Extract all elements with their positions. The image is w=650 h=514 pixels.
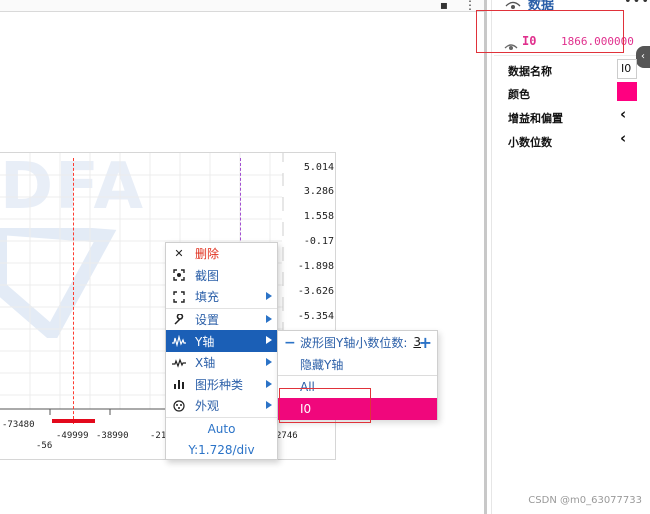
menu-item-appearance[interactable]: 外观 <box>166 395 277 417</box>
panel-divider <box>491 0 492 514</box>
fullscreen-icon <box>172 290 186 304</box>
menu-item-label: 图形种类 <box>195 377 244 392</box>
submenu-item-hide-y-axis[interactable]: 隐藏Y轴 <box>278 353 437 375</box>
menu-item-label: Y轴 <box>195 334 215 349</box>
data-name-label: 数据名称 <box>508 65 552 78</box>
menu-item-label: 设置 <box>195 313 220 328</box>
menu-item-fill[interactable]: 填充 <box>166 286 277 308</box>
menu-item-x-axis[interactable]: X轴 <box>166 352 277 374</box>
highlight-box <box>476 10 624 53</box>
highlight-box <box>279 388 371 423</box>
data-name-field[interactable]: I0 <box>617 59 637 79</box>
menu-item-y-axis[interactable]: Y轴 <box>166 330 277 352</box>
y-tick-label: -3.626 <box>282 286 334 297</box>
menu-item-delete[interactable]: ✕ 删除 <box>166 243 277 265</box>
y-tick-label: -5.354 <box>282 311 334 322</box>
x-tick-label: -49999 <box>56 431 89 441</box>
lock-icon[interactable]: ▪ <box>440 0 448 12</box>
x-tick-label: -38990 <box>96 431 129 441</box>
menu-item-label: 截图 <box>195 268 220 283</box>
minus-icon[interactable]: − <box>284 335 296 351</box>
menu-item-label: 删除 <box>195 247 220 262</box>
x-tick-label: -21 <box>150 431 167 441</box>
cursor-line-a[interactable] <box>73 158 74 424</box>
submenu-arrow-icon <box>266 357 272 366</box>
menu-item-label: X轴 <box>195 356 216 371</box>
y-tick-label: 1.558 <box>282 211 334 222</box>
y-tick-label: -0.17 <box>282 236 334 247</box>
chevron-left-icon[interactable]: ‹ <box>620 105 626 123</box>
bar-chart-icon <box>172 377 186 391</box>
color-label: 颜色 <box>508 88 530 101</box>
palette-icon <box>172 399 186 413</box>
gain-offset-label: 增益和偏置 <box>508 112 563 125</box>
screenshot-icon <box>172 268 186 282</box>
wrench-icon <box>172 313 186 327</box>
decimals-stepper: − 波形图Y轴小数位数: 3 + <box>278 331 437 353</box>
color-swatch[interactable] <box>617 82 637 101</box>
plus-icon[interactable]: + <box>419 333 432 352</box>
y-tick-label: 5.014 <box>282 162 334 173</box>
submenu-arrow-icon <box>266 292 272 301</box>
chevron-left-icon[interactable]: ‹ <box>620 129 626 147</box>
submenu-arrow-icon <box>266 314 272 323</box>
menu-item-label: 填充 <box>195 290 220 305</box>
x-tick-label: -73480 <box>2 420 35 430</box>
x-tick-label: 2746 <box>276 431 298 441</box>
decimals-label: 波形图Y轴小数位数: <box>300 335 408 350</box>
menu-item-label: 外观 <box>195 399 220 414</box>
close-icon: ✕ <box>174 247 184 261</box>
more-horiz-icon[interactable]: ••• <box>624 0 650 9</box>
menu-item-chart-type[interactable]: 图形种类 <box>166 374 277 396</box>
menu-item-screenshot[interactable]: 截图 <box>166 265 277 287</box>
more-vert-icon[interactable]: ⋮ <box>464 0 476 12</box>
decimals-label: 小数位数 <box>508 136 552 149</box>
app-window: ▪ ⋮ DFA 5.014 3.286 1.558 -0.17 -1.898 -… <box>0 0 650 514</box>
top-toolbar: ▪ ⋮ <box>0 0 484 12</box>
waveform-small-icon <box>172 356 186 370</box>
collapse-panel-button[interactable]: ‹ <box>636 46 650 68</box>
submenu-arrow-icon <box>266 401 272 410</box>
submenu-arrow-icon <box>266 336 272 345</box>
submenu-arrow-icon <box>266 379 272 388</box>
menu-item-auto[interactable]: Auto <box>166 418 277 440</box>
context-menu: ✕ 删除 截图 填充 设置 Y轴 X轴 图形种类 外观 Auto Y:1.728… <box>165 242 278 460</box>
y-tick-label: -1.898 <box>282 261 334 272</box>
waveform-icon <box>172 334 186 348</box>
x-tick-label: -56 <box>36 441 53 451</box>
range-marker[interactable] <box>52 419 95 423</box>
menu-item-settings[interactable]: 设置 <box>166 309 277 331</box>
menu-item-scale[interactable]: Y:1.728/div <box>166 439 277 461</box>
y-tick-label: 3.286 <box>282 186 334 197</box>
footer-watermark: CSDN @m0_63077733 <box>528 495 642 506</box>
panel-splitter[interactable] <box>484 0 487 514</box>
